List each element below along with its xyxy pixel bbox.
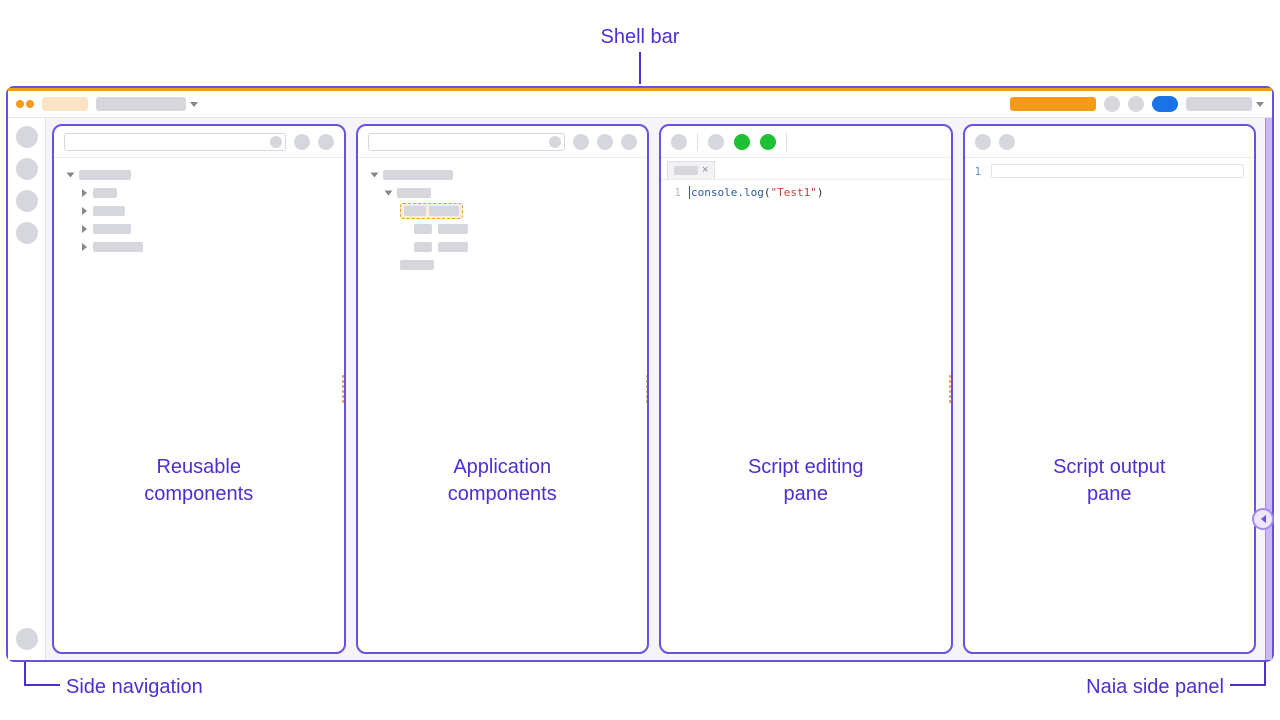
app-logo (16, 100, 34, 108)
tree-node[interactable] (414, 238, 634, 256)
shell-action-highlight[interactable] (1152, 96, 1178, 112)
panel-caption: Script output pane (965, 454, 1255, 508)
search-input[interactable] (64, 133, 286, 151)
tree-node[interactable] (82, 202, 330, 220)
component-tree (358, 158, 648, 282)
application-components-panel: Application components (356, 124, 650, 654)
run-button[interactable] (734, 134, 750, 150)
code-editor[interactable]: 1 console.log("Test1") (661, 180, 951, 204)
panel-toolbar (54, 126, 344, 158)
splitter-handle[interactable] (341, 372, 346, 406)
splitter-handle[interactable] (948, 372, 953, 406)
output-toolbar (965, 126, 1255, 158)
side-nav-item[interactable] (16, 222, 38, 244)
code-line-content: console.log("Test1") (689, 186, 823, 199)
shell-bar (8, 88, 1272, 118)
toolbar-button[interactable] (597, 134, 613, 150)
panel-toolbar (358, 126, 648, 158)
editor-tab[interactable]: × (667, 161, 715, 179)
side-nav-item[interactable] (16, 190, 38, 212)
tree-node-selected[interactable] (400, 202, 634, 220)
search-icon (270, 136, 282, 148)
tree-node[interactable] (82, 220, 330, 238)
run-button-alt[interactable] (760, 134, 776, 150)
script-output-panel: 1 Script output pane (963, 124, 1257, 654)
splitter-handle[interactable] (644, 372, 649, 406)
output-row (991, 164, 1244, 178)
chevron-down-icon (1256, 102, 1264, 107)
chevron-down-icon (190, 102, 198, 107)
side-navigation (8, 118, 46, 660)
naia-side-panel (1265, 118, 1272, 660)
panel-caption: Reusable components (54, 454, 344, 508)
side-nav-item[interactable] (16, 126, 38, 148)
tree-node[interactable] (82, 184, 330, 202)
product-switcher[interactable] (42, 97, 88, 111)
toolbar-button[interactable] (671, 134, 687, 150)
annotation-naia: Naia side panel (1086, 674, 1224, 700)
close-icon[interactable]: × (702, 165, 708, 176)
toolbar-button[interactable] (999, 134, 1015, 150)
reusable-components-panel: Reusable components (52, 124, 346, 654)
annotation-shell-bar: Shell bar (0, 24, 1280, 50)
naia-expand-button[interactable] (1252, 508, 1274, 530)
search-icon (549, 136, 561, 148)
main-application-frame: Reusable components (6, 86, 1274, 662)
chevron-left-icon (1261, 515, 1266, 523)
script-editing-panel: × 1 console.log("Test1") Script editing … (659, 124, 953, 654)
panel-caption: Application components (358, 454, 648, 508)
annotation-side-nav: Side navigation (66, 674, 203, 700)
toolbar-button[interactable] (318, 134, 334, 150)
toolbar-button[interactable] (621, 134, 637, 150)
output-area: 1 (965, 158, 1255, 184)
tree-node[interactable] (82, 238, 330, 256)
output-line: 1 (975, 164, 1245, 178)
toolbar-button[interactable] (708, 134, 724, 150)
component-tree (54, 158, 344, 264)
tree-node[interactable] (414, 220, 634, 238)
panel-caption: Script editing pane (661, 454, 951, 508)
toolbar-button[interactable] (975, 134, 991, 150)
tree-node[interactable] (386, 184, 634, 202)
search-input[interactable] (368, 133, 566, 151)
shell-action-1[interactable] (1104, 96, 1120, 112)
toolbar-button[interactable] (573, 134, 589, 150)
side-nav-item[interactable] (16, 158, 38, 180)
shell-dropdown[interactable] (96, 97, 198, 111)
primary-action-button[interactable] (1010, 97, 1096, 111)
shell-action-2[interactable] (1128, 96, 1144, 112)
editor-toolbar (661, 126, 951, 158)
tree-node[interactable] (372, 166, 634, 184)
tree-node[interactable] (68, 166, 330, 184)
line-gutter: 1 (661, 186, 689, 199)
toolbar-button[interactable] (294, 134, 310, 150)
side-nav-item-bottom[interactable] (16, 628, 38, 650)
editor-tabstrip: × (661, 158, 951, 180)
tree-node[interactable] (400, 256, 634, 274)
user-menu[interactable] (1186, 97, 1264, 111)
